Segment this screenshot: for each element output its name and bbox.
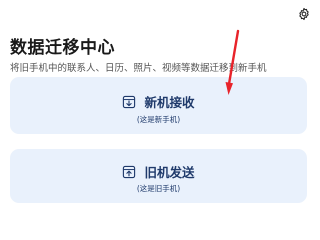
data-migration-screen: 数据迁移中心 将旧手机中的联系人、日历、照片、视频等数据迁移到新手机 新机接收 …: [0, 0, 320, 209]
page-title: 数据迁移中心: [10, 38, 115, 58]
old-phone-send-button[interactable]: 旧机发送 (这是旧手机): [10, 149, 307, 203]
download-tray-icon: [123, 95, 136, 108]
new-phone-receive-button[interactable]: 新机接收 (这是新手机): [10, 77, 307, 134]
settings-button[interactable]: [296, 6, 312, 22]
new-phone-label: 新机接收: [144, 95, 195, 110]
card-header: 旧机发送: [10, 162, 307, 181]
new-phone-sublabel: (这是新手机): [136, 115, 181, 124]
page-subtitle: 将旧手机中的联系人、日历、照片、视频等数据迁移到新手机: [10, 63, 267, 74]
upload-tray-icon: [123, 165, 136, 178]
old-phone-label: 旧机发送: [144, 165, 195, 180]
gear-icon: [299, 7, 309, 21]
card-header: 新机接收: [10, 92, 307, 111]
old-phone-sublabel: (这是旧手机): [136, 184, 181, 193]
